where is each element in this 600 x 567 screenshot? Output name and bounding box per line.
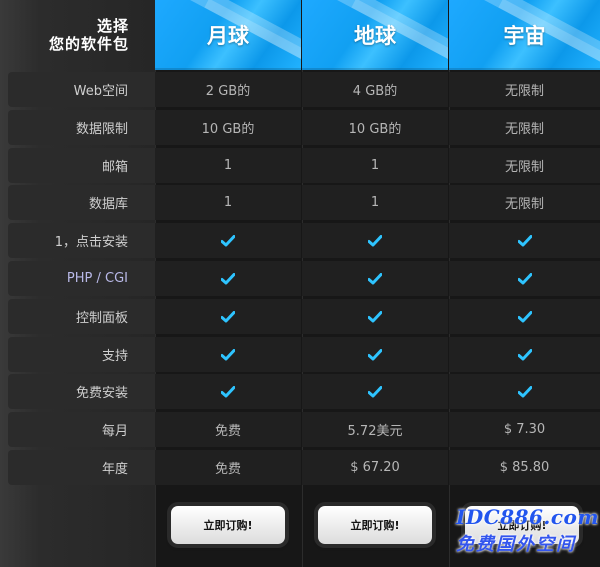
checkmark-icon (517, 348, 532, 360)
check-cell (302, 299, 448, 334)
value-cell: $ 85.80 (449, 450, 600, 485)
row-label: Web空间 (8, 72, 155, 107)
plan-header-universe: 宇宙 (449, 0, 600, 70)
checkmark-icon (368, 385, 382, 397)
row-label: 数据库 (8, 185, 155, 220)
value-cell: 无限制 (449, 185, 600, 220)
plan-name: 月球 (207, 23, 249, 48)
plan-header-earth: 地球 (302, 0, 448, 70)
checkmark-icon (517, 234, 532, 246)
value-cell: 免费 (155, 450, 301, 485)
check-cell (302, 374, 448, 409)
value-cell: 1 (302, 185, 448, 220)
checkmark-icon (368, 310, 382, 322)
check-cell (155, 299, 301, 334)
check-cell (449, 299, 600, 334)
check-cell (155, 337, 301, 372)
value-cell: 4 GB的 (302, 72, 448, 107)
value-cell: 5.72美元 (302, 412, 448, 447)
row-label: 支持 (8, 337, 155, 372)
checkmark-icon (517, 385, 532, 397)
checkmark-icon (221, 310, 235, 322)
title-line2: 您的软件包 (48, 35, 129, 53)
value-cell: 无限制 (449, 72, 600, 107)
checkmark-icon (517, 272, 532, 284)
row-label: 邮箱 (8, 148, 155, 183)
value-cell: $ 67.20 (302, 450, 448, 485)
row-label: 每月 (8, 412, 155, 447)
checkmark-icon (221, 348, 235, 360)
plan-name: 地球 (354, 23, 396, 48)
check-cell (449, 223, 600, 258)
checkmark-icon (517, 310, 532, 322)
check-cell (449, 261, 600, 296)
value-cell: 无限制 (449, 110, 600, 145)
row-label: PHP / CGI (8, 261, 155, 296)
check-cell (449, 337, 600, 372)
checkmark-icon (368, 234, 382, 246)
watermark-logo: IDC886.com (456, 505, 600, 529)
order-now-button[interactable]: 立即订购! (318, 506, 432, 544)
checkmark-icon (221, 272, 235, 284)
row-label: 1，点击安装 (8, 223, 155, 258)
checkmark-icon (221, 234, 235, 246)
title-line1: 选择 (96, 17, 129, 35)
value-cell: 无限制 (449, 148, 600, 183)
value-cell: 10 GB的 (302, 110, 448, 145)
value-cell: 免费 (155, 412, 301, 447)
row-label: 数据限制 (8, 110, 155, 145)
check-cell (155, 374, 301, 409)
value-cell: 10 GB的 (155, 110, 301, 145)
plan-name: 宇宙 (503, 23, 546, 48)
order-now-button[interactable]: 立即订购! (171, 506, 285, 544)
value-cell: $ 7.30 (449, 412, 600, 447)
choose-package-title: 选择 您的软件包 (0, 0, 155, 70)
check-cell (155, 261, 301, 296)
row-label: 年度 (8, 450, 155, 485)
checkmark-icon (368, 272, 382, 284)
check-cell (302, 223, 448, 258)
plan-header-moon: 月球 (155, 0, 301, 70)
check-cell (155, 223, 301, 258)
check-cell (302, 261, 448, 296)
row-label: 控制面板 (8, 299, 155, 334)
value-cell: 2 GB的 (155, 72, 301, 107)
value-cell: 1 (155, 185, 301, 220)
checkmark-icon (368, 348, 382, 360)
check-cell (449, 374, 600, 409)
check-cell (302, 337, 448, 372)
watermark-text: 免费国外空间 (456, 534, 576, 555)
value-cell: 1 (155, 148, 301, 183)
value-cell: 1 (302, 148, 448, 183)
row-label: 免费安装 (8, 374, 155, 409)
checkmark-icon (221, 385, 235, 397)
